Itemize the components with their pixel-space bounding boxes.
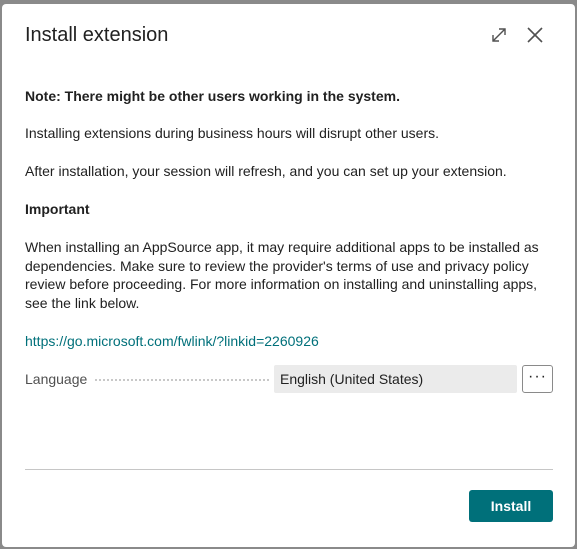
note-text: Note: There might be other users working…	[25, 88, 400, 104]
more-options-button[interactable]: ···	[522, 365, 553, 393]
important-heading: Important	[25, 201, 90, 217]
footer-divider	[25, 469, 553, 470]
important-text: When installing an AppSource app, it may…	[25, 239, 539, 311]
expand-icon[interactable]	[488, 24, 510, 46]
install-button[interactable]: Install	[469, 490, 553, 522]
field-dotted-leader	[95, 379, 269, 381]
paragraph-disruption: Installing extensions during business ho…	[25, 125, 439, 141]
paragraph-refresh: After installation, your session will re…	[25, 163, 507, 179]
language-label: Language	[25, 371, 88, 387]
info-link[interactable]: https://go.microsoft.com/fwlink/?linkid=…	[25, 333, 319, 349]
install-extension-dialog: Install extension Note: There might be o…	[2, 4, 575, 547]
dialog-title: Install extension	[25, 24, 169, 46]
close-icon[interactable]	[524, 24, 546, 46]
language-field[interactable]: English (United States)	[274, 365, 517, 393]
